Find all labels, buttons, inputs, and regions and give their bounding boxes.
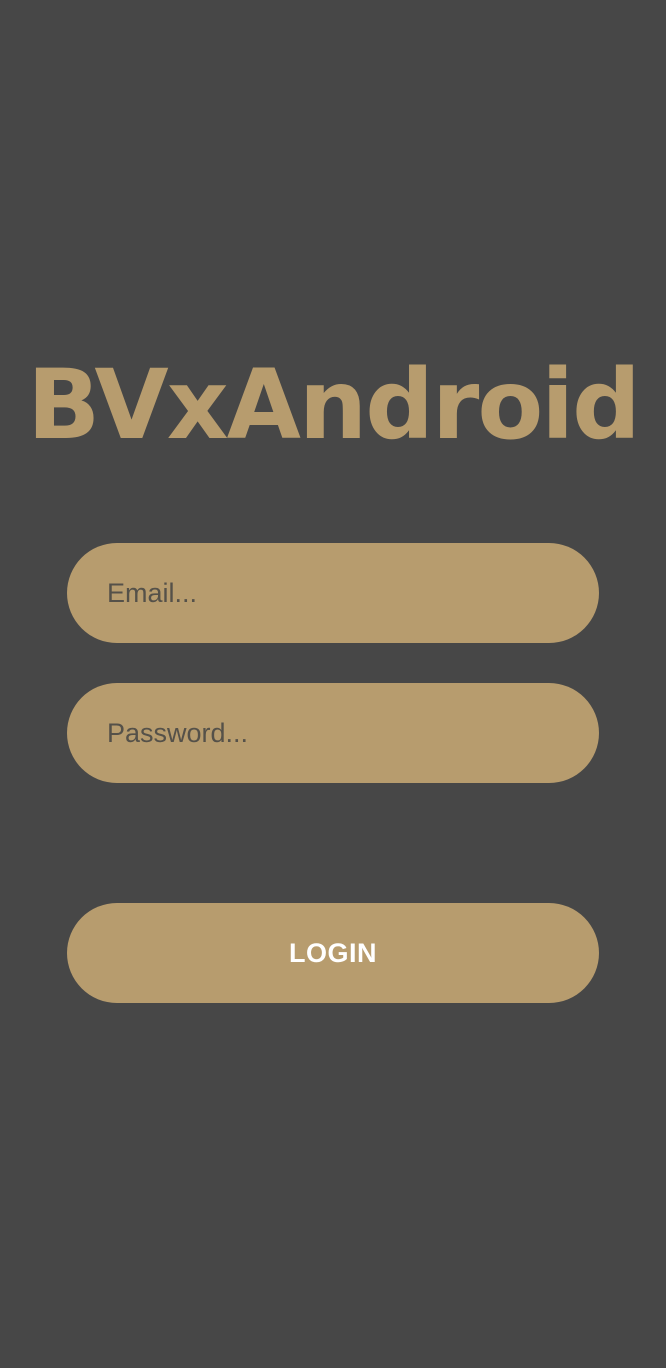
email-field[interactable] (107, 543, 559, 643)
email-field-container (67, 543, 599, 643)
password-field-container (67, 683, 599, 783)
app-title: BVxAndroid (27, 349, 641, 461)
password-field[interactable] (107, 683, 559, 783)
login-button[interactable]: LOGIN (67, 903, 599, 1003)
